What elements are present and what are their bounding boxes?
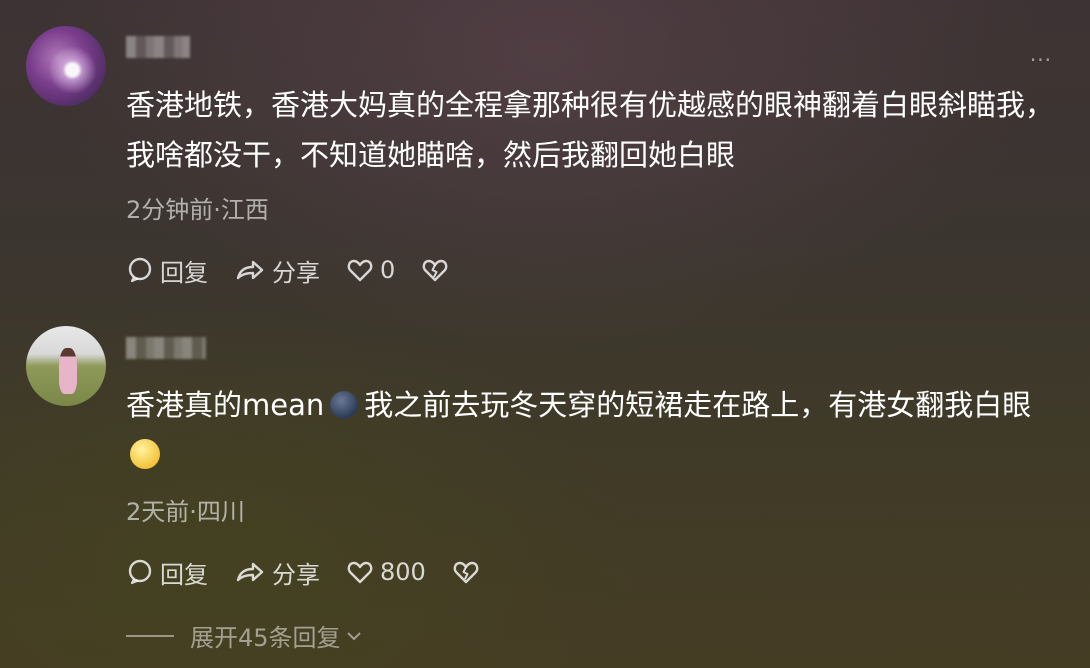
share-button[interactable]: 分享	[234, 253, 320, 288]
more-dots-icon[interactable]: ···	[1030, 48, 1052, 72]
comment-actions: 回复 分享 800	[126, 554, 512, 590]
smile-emoji-icon	[130, 439, 160, 469]
share-button[interactable]: 分享	[234, 555, 320, 590]
username-blurred[interactable]	[126, 36, 190, 58]
avatar[interactable]	[26, 26, 106, 106]
reply-label: 回复	[160, 560, 208, 589]
reply-label: 回复	[160, 258, 208, 287]
avatar-figure	[59, 348, 77, 394]
comment-actions: 回复 分享 0	[126, 252, 481, 288]
share-label: 分享	[272, 560, 320, 589]
reply-button[interactable]: 回复	[126, 555, 208, 590]
share-icon	[236, 562, 264, 582]
comment-text-part2: 我之前去玩冬天穿的短裙走在路上，有港女翻我白眼	[364, 388, 1032, 422]
like-count: 0	[380, 256, 396, 284]
like-count: 800	[380, 558, 426, 586]
divider-dash	[126, 634, 174, 637]
avatar[interactable]	[26, 326, 106, 406]
broken-heart-icon	[422, 259, 448, 282]
heart-icon	[347, 561, 373, 584]
heart-icon	[347, 259, 373, 282]
share-icon	[236, 260, 264, 280]
dislike-button[interactable]	[452, 558, 486, 586]
reply-icon	[128, 559, 152, 585]
username-blurred[interactable]	[126, 337, 206, 359]
chevron-down-icon	[346, 631, 361, 640]
comment-text: 香港真的mean 我之前去玩冬天穿的短裙走在路上，有港女翻我白眼	[126, 380, 1056, 480]
dark-face-emoji-icon	[330, 391, 359, 419]
comment-meta: 2天前·四川	[126, 498, 245, 526]
dislike-button[interactable]	[421, 256, 455, 284]
expand-replies-label: 展开45条回复	[190, 624, 341, 652]
comment-meta: 2分钟前·江西	[126, 196, 269, 224]
reply-button[interactable]: 回复	[126, 253, 208, 288]
comment-text-part1: 香港真的mean	[126, 388, 325, 422]
reply-icon	[128, 257, 152, 283]
share-label: 分享	[272, 258, 320, 287]
broken-heart-icon	[453, 561, 479, 584]
comment-text: 香港地铁，香港大妈真的全程拿那种很有优越感的眼神翻着白眼斜瞄我，我啥都没干，不知…	[126, 88, 1055, 172]
expand-replies-button[interactable]: 展开45条回复	[126, 618, 365, 653]
like-button[interactable]: 800	[346, 558, 426, 586]
like-button[interactable]: 0	[346, 256, 395, 284]
